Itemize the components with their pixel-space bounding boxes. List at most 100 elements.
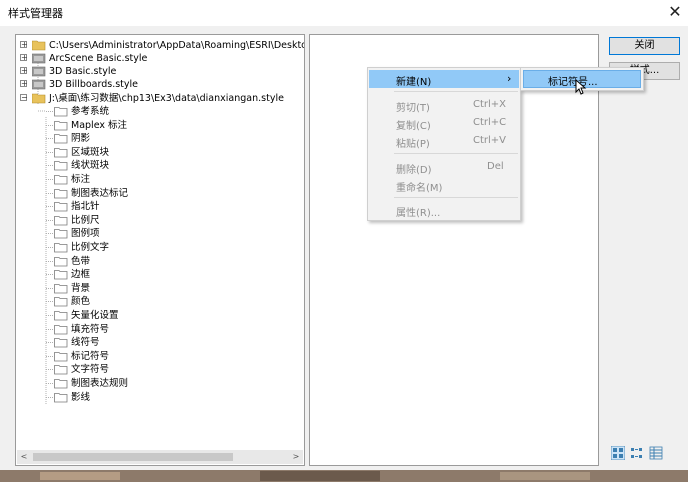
category-folder-icon [54,175,68,185]
tree-item-3d-billboards[interactable]: + 3D Billboards.style [20,78,300,91]
tree-connector-icon [46,247,54,248]
tree-child-item[interactable]: 矢量化设置 [46,309,296,322]
tree-connector-icon [46,193,54,194]
tree-child-item[interactable]: 比例尺 [46,214,296,227]
mouse-cursor-icon [575,79,587,95]
menu-item-copy[interactable]: 复制(C) Ctrl+C [369,114,519,132]
close-button[interactable]: 关闭 [609,37,680,55]
large-icons-view-icon[interactable] [611,446,625,460]
menu-item-new[interactable]: 新建(N) › [369,70,519,88]
tree-child-item[interactable]: 线状斑块 [46,159,296,172]
tree-item-label: J:\桌面\练习数据\chp13\Ex3\data\dianxiangan.st… [49,93,284,104]
tree-child-item[interactable]: Maplex 标注 [46,119,296,132]
expand-toggle[interactable]: + [20,80,28,88]
details-view-icon[interactable] [649,446,663,460]
menu-item-shortcut: Ctrl+C [473,117,507,128]
tree-child-item[interactable]: 标注 [46,173,296,186]
menu-item-paste[interactable]: 粘贴(P) Ctrl+V [369,132,519,150]
menu-item-shortcut: Ctrl+V [473,135,507,146]
open-folder-icon [32,93,46,104]
expand-toggle[interactable]: + [20,41,28,49]
tree-child-item[interactable]: 制图表达规则 [46,377,296,390]
tree-child-label: 标记符号 [71,351,110,362]
tree-item-label: ArcScene Basic.style [49,53,148,64]
tree-child-label: 矢量化设置 [71,310,119,321]
tree-child-label: 填充符号 [71,324,110,335]
expand-toggle[interactable]: + [20,67,28,75]
tree-child-item[interactable]: 背景 [46,282,296,295]
tree-child-item[interactable]: 参考系统 [46,105,296,118]
category-folder-icon [54,243,68,253]
category-folder-icon [54,229,68,239]
category-folder-icon [54,379,68,389]
category-folder-icon [54,325,68,335]
category-folder-icon [54,134,68,144]
category-folder-icon [54,148,68,158]
tree-item-label: C:\Users\Administrator\AppData\Roaming\E… [49,40,304,51]
tree-child-label: 文字符号 [71,364,110,375]
scroll-left-icon[interactable]: < [17,450,31,464]
tree-child-item[interactable]: 标记符号 [46,350,296,363]
style-tree[interactable]: + C:\Users\Administrator\AppData\Roaming… [15,34,305,466]
menu-item-cut[interactable]: 剪切(T) Ctrl+X [369,96,519,114]
background-desktop-strip [0,470,688,482]
tree-connector-icon [46,329,54,330]
category-folder-icon [54,189,68,199]
tree-child-label: 背景 [71,283,91,294]
scroll-right-icon[interactable]: > [289,450,303,464]
menu-item-label: 粘贴(P) [396,139,430,150]
menu-item-shortcut: Del [487,161,504,172]
menu-item-delete[interactable]: 删除(D) Del [369,158,519,176]
tree-connector-icon [46,342,54,343]
tree-connector-icon [46,138,54,139]
context-menu: 新建(N) › 剪切(T) Ctrl+X 复制(C) Ctrl+C 粘贴(P) … [367,67,521,221]
tree-child-label: 色带 [71,256,91,267]
menu-separator [394,153,518,154]
tree-child-item[interactable]: 文字符号 [46,363,296,376]
title-bar: 样式管理器 ✕ [0,0,688,26]
list-view-icon[interactable] [630,446,644,460]
tree-item-label: 3D Billboards.style [49,79,138,90]
style-file-icon [32,79,46,90]
scroll-thumb[interactable] [33,453,233,461]
menu-item-properties[interactable]: 属性(R)... [369,201,519,219]
tree-child-item[interactable]: 指北针 [46,200,296,213]
tree-child-item[interactable]: 制图表达标记 [46,187,296,200]
tree-child-item[interactable]: 边框 [46,268,296,281]
tree-child-item[interactable]: 线符号 [46,336,296,349]
category-folder-icon [54,284,68,294]
tree-connector-icon [46,152,54,153]
tree-child-item[interactable]: 颜色 [46,295,296,308]
menu-item-rename[interactable]: 重命名(M) [369,176,519,194]
close-window-button[interactable]: ✕ [664,1,686,23]
tree-child-item[interactable]: 色带 [46,255,296,268]
horizontal-scrollbar[interactable]: < > [17,450,303,464]
tree-child-item[interactable]: 影线 [46,391,296,404]
collapse-toggle[interactable]: − [20,94,28,102]
tree-item-3d-basic[interactable]: + 3D Basic.style [20,65,300,78]
tree-child-item[interactable]: 比例文字 [46,241,296,254]
category-folder-icon [54,365,68,375]
tree-item-desktop-folder[interactable]: + C:\Users\Administrator\AppData\Roaming… [20,39,304,52]
category-folder-icon [54,311,68,321]
category-folder-icon [54,393,68,403]
category-folder-icon [54,257,68,267]
tree-child-item[interactable]: 区域斑块 [46,146,296,159]
tree-child-item[interactable]: 图例项 [46,227,296,240]
expand-toggle[interactable]: + [20,54,28,62]
tree-child-item[interactable]: 阴影 [46,132,296,145]
tree-child-label: 参考系统 [71,106,110,117]
window-title: 样式管理器 [8,7,63,20]
menu-item-shortcut: Ctrl+X [473,99,507,110]
menu-item-label: 重命名(M) [396,183,443,194]
tree-connector-icon [46,179,54,180]
folder-icon [32,40,46,51]
menu-separator [394,197,518,198]
tree-child-label: 区域斑块 [71,147,110,158]
tree-child-item[interactable]: 填充符号 [46,323,296,336]
tree-connector-icon [46,301,54,302]
tree-item-arcscene-basic[interactable]: + ArcScene Basic.style [20,52,300,65]
tree-connector-icon [46,383,54,384]
tree-connector-icon [46,369,54,370]
tree-item-dianxiangan-style[interactable]: − J:\桌面\练习数据\chp13\Ex3\data\dianxiangan.… [20,92,304,105]
